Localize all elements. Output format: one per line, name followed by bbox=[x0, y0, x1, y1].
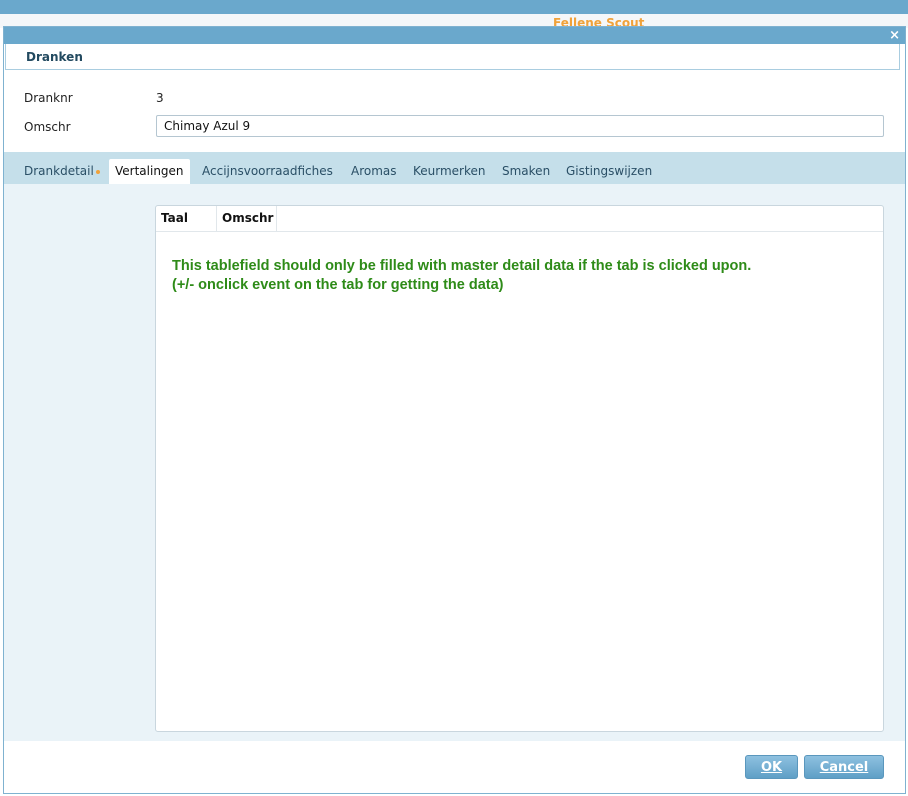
ok-button[interactable]: OK bbox=[745, 755, 798, 779]
table-header-row: Taal Omschr bbox=[156, 206, 883, 232]
tab-smaken[interactable]: Smaken bbox=[502, 159, 550, 184]
tab-vertalingen[interactable]: Vertalingen bbox=[109, 159, 190, 184]
dialog-titlebar[interactable]: × bbox=[4, 27, 905, 44]
tab-gistingswijzen[interactable]: Gistingswijzen bbox=[566, 159, 652, 184]
column-header-omschr[interactable]: Omschr bbox=[217, 206, 277, 231]
dranken-dialog: × Dranken Dranknr 3 Omschr Drankdetail V… bbox=[3, 26, 906, 794]
notice-line-2: (+/- onclick event on the tab for gettin… bbox=[172, 277, 504, 293]
dranknr-label: Dranknr bbox=[24, 91, 73, 105]
omschr-label: Omschr bbox=[24, 120, 71, 134]
dranknr-value: 3 bbox=[156, 91, 164, 105]
panel-title: Dranken bbox=[26, 50, 83, 64]
background-app-bar bbox=[0, 0, 908, 14]
tab-accijnsvoorraadfiches[interactable]: Accijnsvoorraadfiches bbox=[202, 159, 333, 184]
tab-drankdetail[interactable]: Drankdetail bbox=[24, 159, 100, 184]
tab-aromas[interactable]: Aromas bbox=[351, 159, 397, 184]
tab-drankdetail-label: Drankdetail bbox=[24, 164, 94, 178]
omschr-input[interactable] bbox=[156, 115, 884, 137]
vertalingen-table: Taal Omschr This tablefield should only … bbox=[155, 205, 884, 732]
dialog-footer: OK Cancel bbox=[4, 741, 905, 793]
tab-bar: Drankdetail Vertalingen Accijnsvoorraadf… bbox=[4, 152, 905, 184]
modified-dot-icon bbox=[95, 169, 100, 174]
cancel-button[interactable]: Cancel bbox=[804, 755, 884, 779]
close-icon[interactable]: × bbox=[889, 28, 900, 43]
tab-content-vertalingen: Taal Omschr This tablefield should only … bbox=[4, 184, 905, 741]
table-notice: This tablefield should only be filled wi… bbox=[172, 257, 872, 295]
panel-header: Dranken bbox=[5, 44, 900, 70]
notice-line-1: This tablefield should only be filled wi… bbox=[172, 258, 752, 274]
tab-keurmerken[interactable]: Keurmerken bbox=[413, 159, 486, 184]
column-header-taal[interactable]: Taal bbox=[156, 206, 217, 231]
